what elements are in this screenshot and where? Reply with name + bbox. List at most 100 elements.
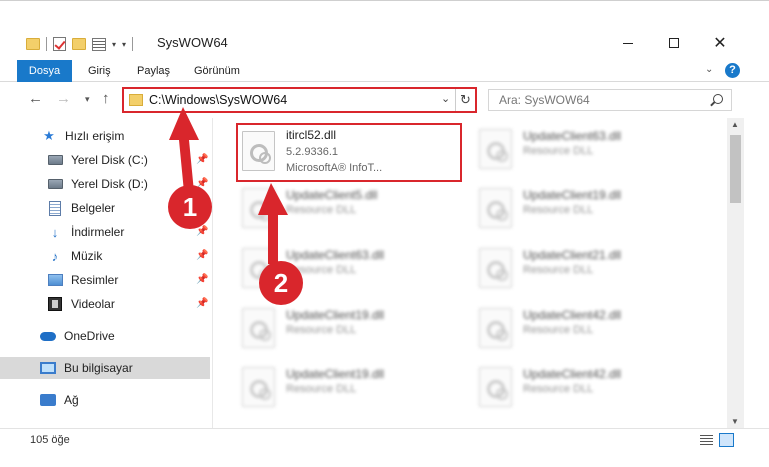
close-button[interactable]: ✕ [697,31,743,55]
refresh-button[interactable]: ↻ [455,89,475,111]
qat-dropdown-icon[interactable]: ▾ [112,40,116,49]
file-name: UpdateClient42.dll [523,308,622,322]
pictures-icon [47,272,63,288]
pin-icon[interactable]: 📌 [196,154,208,165]
back-button[interactable]: ← [28,90,43,107]
search-icon[interactable] [713,94,723,104]
item-count: 105 öğe [30,434,70,446]
navigation-pane: ★ Hızlı erişim Yerel Disk (C:) 📌 Yerel D… [0,118,213,428]
dll-file-icon [479,367,512,407]
address-bar[interactable]: C:\Windows\SysWOW64 ⌄ ↻ [122,87,477,113]
qat-customize-icon[interactable]: ▾ [122,40,126,49]
scroll-up-icon[interactable]: ▲ [731,120,739,129]
file-item[interactable]: UpdateClient19.dll Resource DLL [238,361,468,411]
file-item[interactable]: UpdateClient63.dll Resource DLL [475,123,705,173]
cloud-icon [40,328,56,344]
file-item[interactable]: UpdateClient42.dll Resource DLL [475,302,705,352]
ribbon-tabs: Dosya Giriş Paylaş Görünüm ⌄ ? [0,60,769,82]
document-icon [47,200,63,216]
title-bar: ▾ ▾ SysWOW64 ✕ [0,0,769,60]
pin-icon[interactable]: 📌 [196,250,208,261]
file-name: UpdateClient63.dll [523,129,622,143]
dll-file-icon [479,129,512,169]
sidebar-item-videos[interactable]: Videolar 📌 [0,293,210,315]
status-bar: 105 öğe [0,428,769,467]
properties-check-icon[interactable] [53,37,66,51]
sidebar-item-this-pc[interactable]: Bu bilgisayar [0,357,210,379]
search-box[interactable]: Ara: SysWOW64 [488,89,732,111]
tab-giris[interactable]: Giriş [76,60,123,82]
tab-gorunum[interactable]: Görünüm [182,60,252,82]
sidebar-item-label: Yerel Disk (C:) [71,153,148,167]
minimize-button[interactable] [605,31,651,55]
tab-paylas[interactable]: Paylaş [125,60,182,82]
up-button[interactable]: ↑ [102,90,110,107]
sidebar-item-onedrive[interactable]: OneDrive [0,325,210,347]
search-placeholder: Ara: SysWOW64 [499,93,590,107]
folder-icon [129,94,143,106]
sidebar-item-music[interactable]: ♪ Müzik 📌 [0,245,210,267]
file-type: Resource DLL [523,204,594,216]
sidebar-item-local-disk-c[interactable]: Yerel Disk (C:) 📌 [0,149,210,171]
sidebar-item-label: Belgeler [71,201,116,215]
quick-access-toolbar: ▾ ▾ [26,34,134,54]
disk-icon [47,176,63,192]
address-dropdown-icon[interactable]: ⌄ [441,92,450,105]
file-item[interactable]: UpdateClient21.dll Resource DLL [475,242,705,292]
details-view-icon[interactable] [700,435,713,446]
network-icon [40,392,56,408]
vertical-scrollbar[interactable]: ▲ ▼ [727,118,744,428]
sidebar-item-label: Videolar [71,297,115,311]
file-name: UpdateClient5.dll [286,188,378,202]
scroll-thumb[interactable] [730,135,741,203]
file-name: UpdateClient19.dll [523,188,622,202]
file-name: UpdateClient19.dll [286,367,385,381]
file-type: Resource DLL [523,145,594,157]
navigation-bar: ← → ▾ ↑ C:\Windows\SysWOW64 ⌄ ↻ Ara: Sys… [0,82,769,118]
file-item[interactable]: UpdateClient5.dll Resource DLL [238,182,468,232]
sidebar-item-label: Resimler [71,273,119,287]
tab-dosya[interactable]: Dosya [17,60,72,82]
step-1-badge: 1 [168,185,212,229]
forward-button[interactable]: → [56,90,71,107]
file-item[interactable]: UpdateClient19.dll Resource DLL [475,182,705,232]
star-icon: ★ [43,128,55,143]
large-icons-view-icon[interactable] [719,433,734,447]
address-path[interactable]: C:\Windows\SysWOW64 [149,93,287,107]
scroll-down-icon[interactable]: ▼ [731,417,739,426]
pin-icon[interactable]: 📌 [196,274,208,285]
dll-file-icon [479,308,512,348]
dll-file-icon [242,308,275,348]
help-icon[interactable]: ? [725,63,740,78]
dll-file-icon [479,248,512,288]
minimize-icon [623,42,633,44]
sidebar-item-network[interactable]: Ağ [0,389,210,411]
file-name: UpdateClient42.dll [523,367,622,381]
download-icon: ↓ [51,224,59,240]
dll-file-icon [242,188,275,228]
folder-icon [26,38,40,50]
pin-icon[interactable]: 📌 [196,226,208,237]
sidebar-item-label: Ağ [64,393,79,407]
file-item[interactable]: UpdateClient42.dll Resource DLL [475,361,705,411]
disk-icon [47,152,63,168]
highlight-box [236,123,462,182]
pin-icon[interactable]: 📌 [196,298,208,309]
sidebar-item-label: OneDrive [64,329,115,343]
recent-locations-button[interactable]: ▾ [85,94,90,105]
ribbon-expand-icon[interactable]: ⌄ [705,64,713,75]
sidebar-item-label: Hızlı erişim [65,129,125,143]
separator [46,37,47,51]
music-icon: ♪ [51,248,59,264]
new-folder-icon[interactable] [72,38,86,50]
maximize-button[interactable] [651,31,697,55]
sidebar-item-label: Yerel Disk (D:) [71,177,148,191]
step-2-badge: 2 [259,261,303,305]
file-type: Resource DLL [523,324,594,336]
file-item[interactable]: UpdateClient19.dll Resource DLL [238,302,468,352]
separator [132,37,134,51]
sidebar-item-pictures[interactable]: Resimler 📌 [0,269,210,291]
sidebar-item-quick-access[interactable]: ★ Hızlı erişim [0,125,210,147]
file-name: UpdateClient21.dll [523,248,622,262]
properties-icon[interactable] [92,37,106,51]
